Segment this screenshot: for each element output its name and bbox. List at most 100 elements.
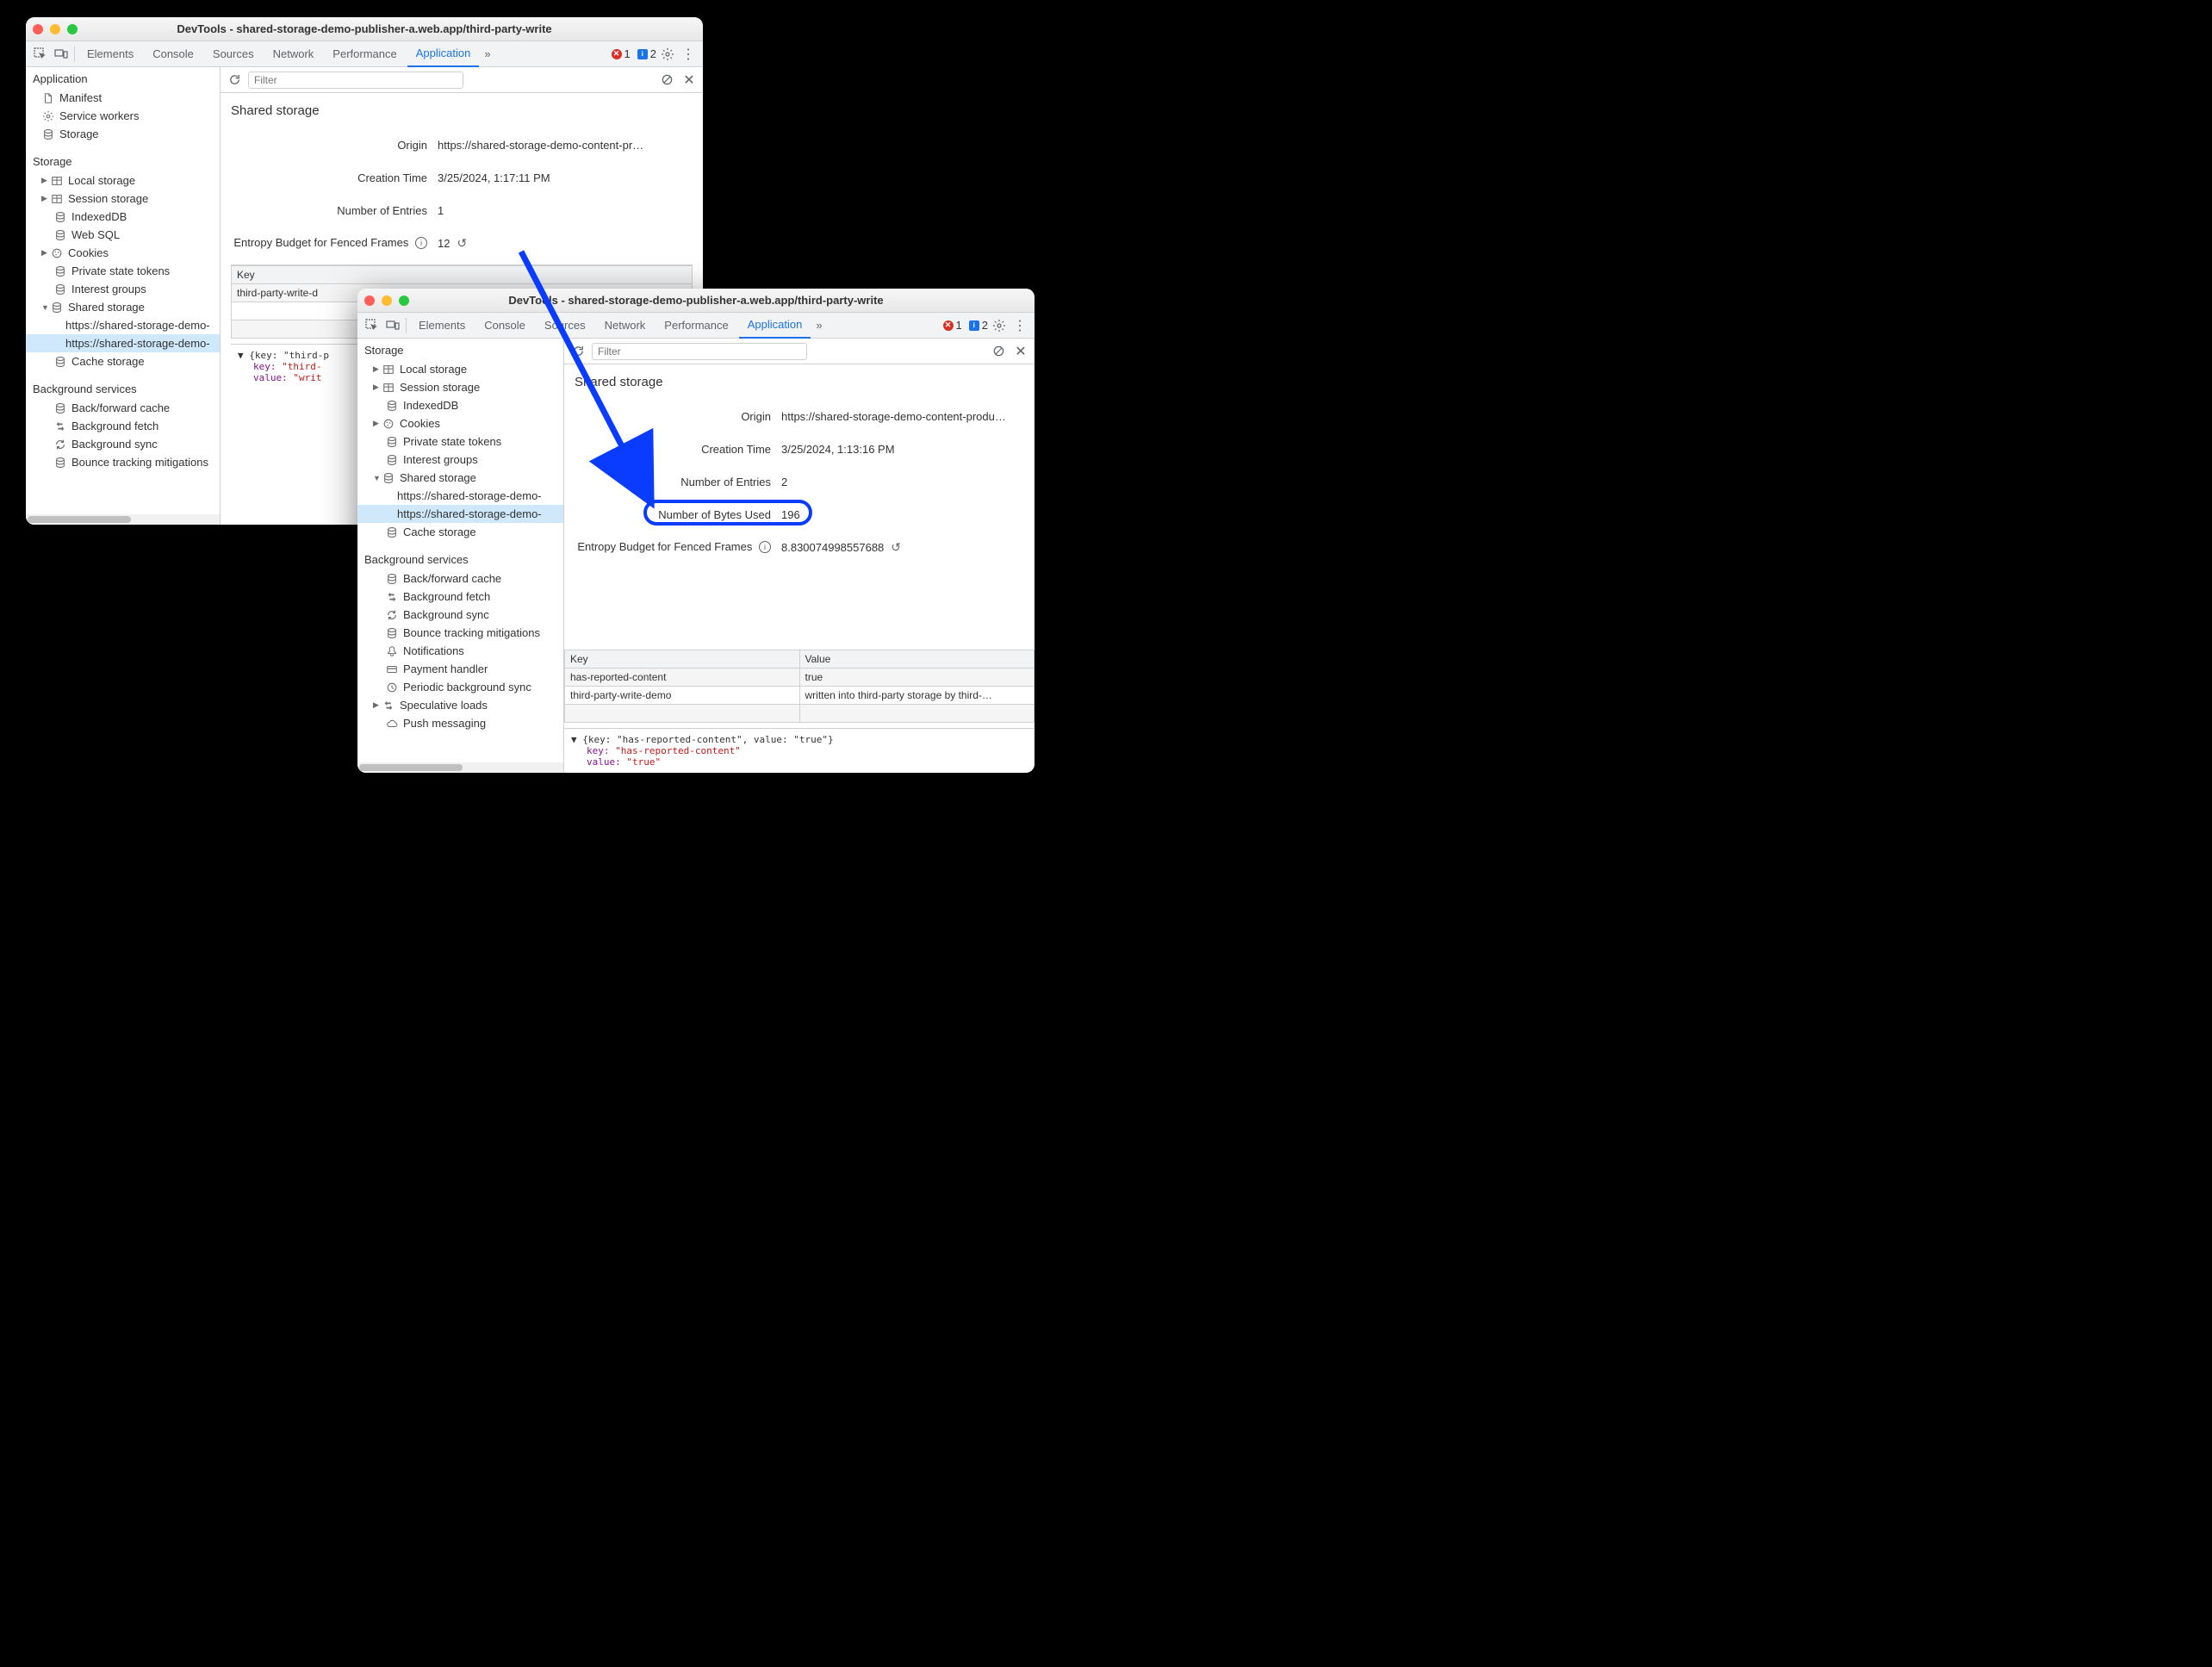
reload-icon[interactable] — [226, 72, 243, 89]
websql-item[interactable]: Web SQL — [26, 226, 220, 244]
cookies-item[interactable]: ▶Cookies — [26, 244, 220, 262]
bfcache-item[interactable]: Back/forward cache — [357, 569, 563, 588]
session-storage-item[interactable]: ▶Session storage — [26, 190, 220, 208]
more-icon[interactable]: ⋮ — [1010, 316, 1029, 335]
table-row[interactable]: has-reported-contenttrue — [565, 669, 1035, 687]
tab-performance[interactable]: Performance — [656, 313, 736, 339]
bgfetch-item[interactable]: Background fetch — [357, 588, 563, 606]
arrows-icon — [53, 420, 67, 433]
interest-groups-item[interactable]: Interest groups — [357, 451, 563, 469]
table-key-header[interactable]: Key — [232, 266, 693, 284]
tab-sources[interactable]: Sources — [204, 41, 263, 67]
settings-icon[interactable] — [990, 316, 1009, 335]
clear-icon[interactable] — [658, 72, 675, 89]
filter-input[interactable] — [592, 343, 807, 360]
detail-summary[interactable]: ▼ {key: "has-reported-content", value: "… — [571, 734, 1028, 745]
settings-icon[interactable] — [658, 45, 677, 64]
cache-storage-item[interactable]: Cache storage — [26, 352, 220, 370]
window-title: DevTools - shared-storage-demo-publisher… — [26, 22, 703, 35]
zoom-dot[interactable] — [399, 295, 409, 306]
devtools-window-front: DevTools - shared-storage-demo-publisher… — [357, 289, 1035, 773]
close-dot[interactable] — [364, 295, 375, 306]
cache-storage-item[interactable]: Cache storage — [357, 523, 563, 541]
caret-down-icon: ▼ — [373, 474, 382, 482]
storage-item[interactable]: Storage — [26, 125, 220, 143]
reload-icon[interactable] — [569, 343, 587, 360]
minimize-dot[interactable] — [50, 24, 60, 34]
tab-sources[interactable]: Sources — [536, 313, 594, 339]
shared-storage-item[interactable]: ▼Shared storage — [26, 298, 220, 316]
tab-application[interactable]: Application — [739, 313, 811, 339]
reset-icon[interactable]: ↺ — [891, 540, 901, 554]
entries-label: Number of Entries — [231, 204, 438, 217]
table-key-header[interactable]: Key — [565, 650, 800, 669]
local-storage-item[interactable]: ▶Local storage — [26, 171, 220, 190]
periodic-item[interactable]: Periodic background sync — [357, 678, 563, 696]
inspect-icon[interactable] — [31, 45, 50, 64]
table-value-header[interactable]: Value — [799, 650, 1035, 669]
service-workers-item[interactable]: Service workers — [26, 107, 220, 125]
manifest-item[interactable]: Manifest — [26, 89, 220, 107]
indexeddb-item[interactable]: IndexedDB — [357, 396, 563, 414]
inspect-icon[interactable] — [363, 316, 382, 335]
errors-badge[interactable]: ✕1 — [943, 319, 962, 332]
info-icon[interactable]: i — [759, 541, 771, 553]
local-storage-item[interactable]: ▶Local storage — [357, 360, 563, 378]
bgsync-item[interactable]: Background sync — [26, 435, 220, 453]
tab-console[interactable]: Console — [475, 313, 534, 339]
btm-item[interactable]: Bounce tracking mitigations — [357, 624, 563, 642]
tabs-overflow[interactable]: » — [812, 319, 825, 332]
pst-item[interactable]: Private state tokens — [26, 262, 220, 280]
close-icon[interactable]: ✕ — [680, 72, 698, 89]
tab-network[interactable]: Network — [264, 41, 323, 67]
notifications-item[interactable]: Notifications — [357, 642, 563, 660]
more-icon[interactable]: ⋮ — [679, 45, 698, 64]
infos-badge[interactable]: i2 — [969, 319, 988, 332]
zoom-dot[interactable] — [67, 24, 78, 34]
tab-elements[interactable]: Elements — [410, 313, 474, 339]
tabbar: Elements Console Sources Network Perform… — [357, 313, 1035, 339]
errors-badge[interactable]: ✕1 — [612, 47, 631, 60]
tab-performance[interactable]: Performance — [324, 41, 405, 67]
origin-label: Origin — [231, 139, 438, 152]
scrollbar[interactable] — [357, 762, 563, 773]
infos-badge[interactable]: i2 — [637, 47, 656, 60]
minimize-dot[interactable] — [382, 295, 392, 306]
interest-groups-item[interactable]: Interest groups — [26, 280, 220, 298]
shared-storage-origin-2[interactable]: https://shared-storage-demo- — [26, 334, 220, 352]
session-storage-item[interactable]: ▶Session storage — [357, 378, 563, 396]
close-icon[interactable]: ✕ — [1012, 343, 1029, 360]
scrollbar[interactable] — [26, 514, 220, 525]
push-item[interactable]: Push messaging — [357, 714, 563, 732]
btm-item[interactable]: Bounce tracking mitigations — [26, 453, 220, 471]
bgsync-item[interactable]: Background sync — [357, 606, 563, 624]
device-icon[interactable] — [52, 45, 71, 64]
bfcache-item[interactable]: Back/forward cache — [26, 399, 220, 417]
device-icon[interactable] — [383, 316, 402, 335]
shared-storage-item[interactable]: ▼Shared storage — [357, 469, 563, 487]
payment-item[interactable]: Payment handler — [357, 660, 563, 678]
reset-icon[interactable]: ↺ — [457, 236, 467, 250]
cookies-item[interactable]: ▶Cookies — [357, 414, 563, 432]
info-icon[interactable]: i — [415, 237, 427, 249]
tab-network[interactable]: Network — [596, 313, 655, 339]
shared-storage-origin-1[interactable]: https://shared-storage-demo- — [357, 487, 563, 505]
db-icon — [53, 283, 67, 296]
clear-icon[interactable] — [990, 343, 1007, 360]
shared-storage-origin-1[interactable]: https://shared-storage-demo- — [26, 316, 220, 334]
table-row[interactable]: third-party-write-demowritten into third… — [565, 687, 1035, 705]
origin-value: https://shared-storage-demo-content-prod… — [781, 410, 1024, 423]
speculative-item[interactable]: ▶Speculative loads — [357, 696, 563, 714]
shared-storage-origin-2[interactable]: https://shared-storage-demo- — [357, 505, 563, 523]
indexeddb-item[interactable]: IndexedDB — [26, 208, 220, 226]
tab-elements[interactable]: Elements — [78, 41, 142, 67]
cookie-icon — [50, 246, 64, 260]
bgfetch-item[interactable]: Background fetch — [26, 417, 220, 435]
close-dot[interactable] — [33, 24, 43, 34]
pst-item[interactable]: Private state tokens — [357, 432, 563, 451]
filter-input[interactable] — [248, 72, 463, 89]
tabs-overflow[interactable]: » — [481, 47, 494, 60]
tab-console[interactable]: Console — [144, 41, 202, 67]
tab-application[interactable]: Application — [407, 41, 480, 67]
caret-right-icon: ▶ — [373, 419, 382, 428]
